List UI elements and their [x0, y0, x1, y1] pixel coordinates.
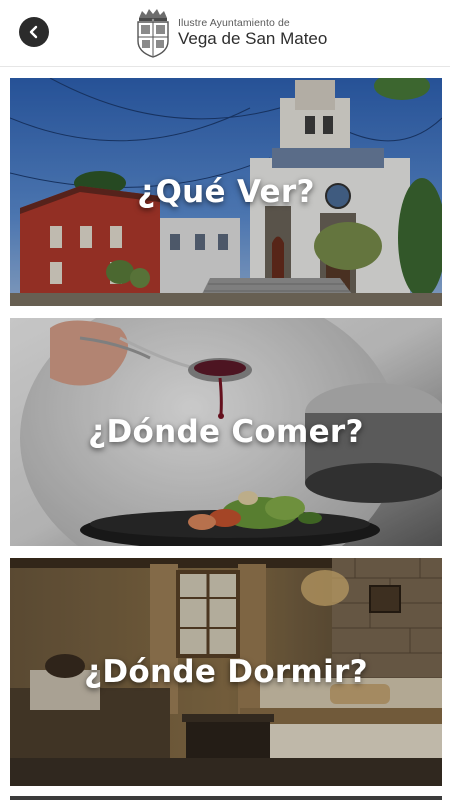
back-button[interactable]: [19, 17, 49, 47]
que-ver-title: ¿Qué Ver?: [137, 174, 315, 210]
brand-subtitle: Ilustre Ayuntamiento de: [178, 17, 290, 29]
brand-text: Ilustre Ayuntamiento de Vega de San Mate…: [178, 17, 327, 49]
donde-dormir-card[interactable]: ¿Dónde Dormir?: [10, 558, 442, 786]
municipality-logo: Ilustre Ayuntamiento de Vega de San Mate…: [134, 7, 327, 59]
coat-of-arms-icon: [137, 9, 169, 58]
chevron-left-icon: [29, 25, 38, 39]
donde-comer-title: ¿Dónde Comer?: [88, 414, 364, 450]
app-screen: Ilustre Ayuntamiento de Vega de San Mate…: [0, 0, 450, 800]
donde-dormir-title: ¿Dónde Dormir?: [84, 654, 368, 690]
donde-comer-card[interactable]: ¿Dónde Comer?: [10, 318, 442, 546]
que-ver-card[interactable]: ¿Qué Ver?: [10, 78, 442, 306]
top-bar: Ilustre Ayuntamiento de Vega de San Mate…: [0, 0, 450, 67]
next-card-peek[interactable]: [10, 796, 442, 800]
brand-title: Vega de San Mateo: [178, 29, 328, 48]
